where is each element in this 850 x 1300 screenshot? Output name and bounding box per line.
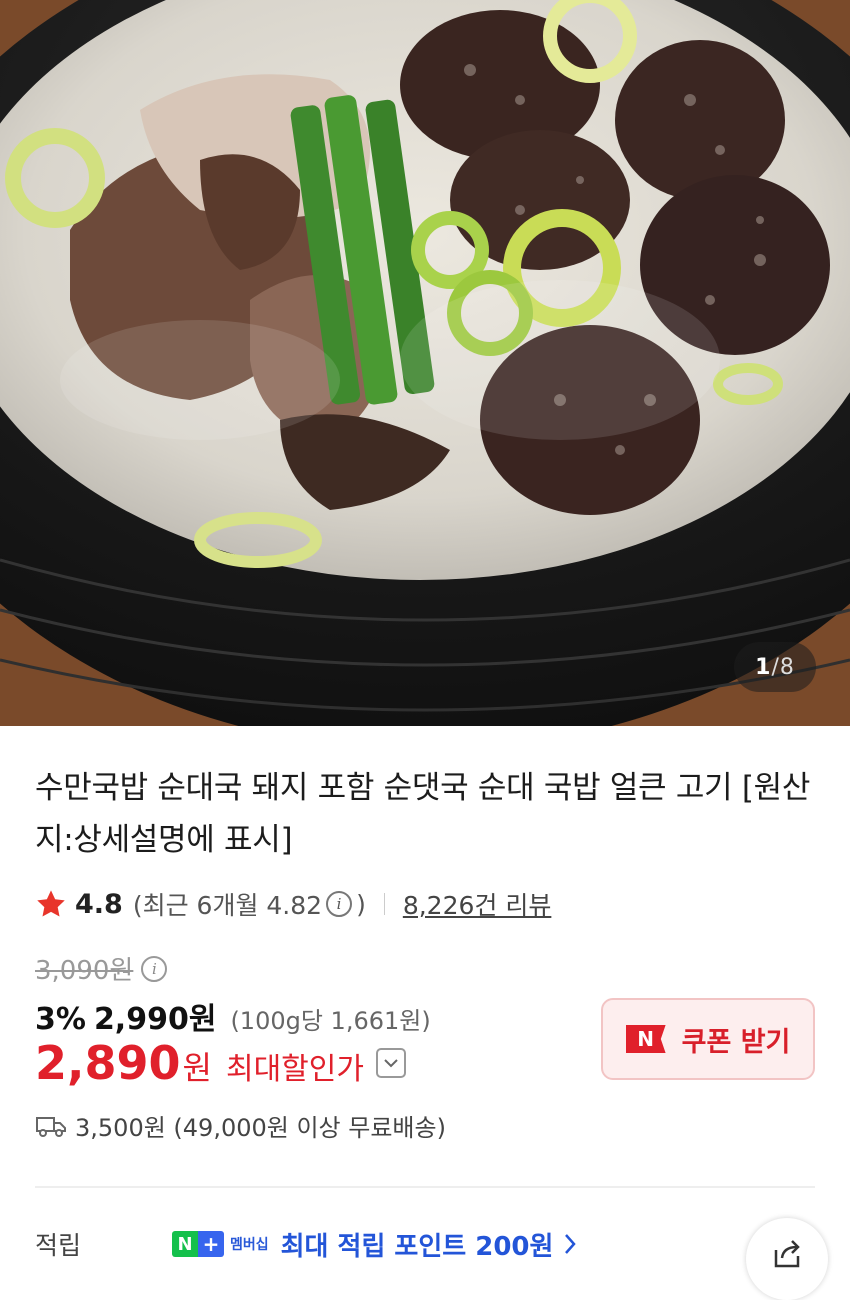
section-divider bbox=[35, 1186, 815, 1188]
membership-badge: 멤버십 bbox=[230, 1237, 269, 1253]
image-counter: 1 / 8 bbox=[734, 642, 816, 692]
counter-separator: / bbox=[771, 654, 780, 680]
recent-rating-suffix: ) bbox=[356, 889, 366, 919]
review-count-link[interactable]: 8,226건 리뷰 bbox=[403, 886, 552, 922]
coupon-button[interactable]: N 쿠폰 받기 bbox=[601, 998, 815, 1080]
divider bbox=[383, 893, 385, 915]
sale-price-row: 3% 2,990원 (100g당 1,661원) bbox=[35, 994, 431, 1038]
points-label: 적립 bbox=[35, 1231, 82, 1260]
naver-n-icon: N bbox=[172, 1231, 198, 1257]
shipping-row: 3,500원 (49,000원 이상 무료배송) bbox=[35, 1108, 446, 1143]
share-button[interactable] bbox=[746, 1218, 828, 1300]
soup-photo bbox=[0, 0, 850, 726]
product-image[interactable]: 1 / 8 bbox=[0, 0, 850, 726]
counter-current: 1 bbox=[755, 654, 772, 680]
max-discount-won: 원 bbox=[182, 1049, 212, 1087]
unit-price: (100g당 1,661원) bbox=[230, 1007, 431, 1035]
discount-percent: 3% bbox=[35, 1002, 86, 1037]
max-discount-label: 최대할인가 bbox=[225, 1052, 364, 1087]
price-info-icon[interactable]: i bbox=[141, 955, 168, 982]
product-title: 수만국밥 순대국 돼지 포함 순댓국 순대 국밥 얼큰 고기 [원산지:상세설명… bbox=[35, 770, 811, 858]
info-icon[interactable]: i bbox=[326, 891, 353, 917]
chevron-right-icon bbox=[565, 1234, 577, 1254]
recent-rating-prefix: (최근 6개월 4.82 bbox=[132, 891, 323, 920]
max-points-text: 최대 적립 포인트 200원 bbox=[280, 1231, 554, 1262]
plus-icon: + bbox=[198, 1231, 224, 1257]
share-icon bbox=[774, 1240, 800, 1268]
recent-rating: (최근 6개월 4.82 i ) bbox=[133, 886, 366, 922]
shipping-fee: 3,500원 (49,000원 이상 무료배송) bbox=[75, 1114, 446, 1142]
rating-value: 4.8 bbox=[75, 888, 123, 920]
star-icon bbox=[37, 890, 65, 917]
coupon-button-label: 쿠폰 받기 bbox=[681, 1026, 791, 1058]
max-discount-price: 2,890 bbox=[35, 1036, 181, 1090]
original-price: 3,090원 bbox=[35, 956, 134, 986]
rating-row: 4.8 (최근 6개월 4.82 i ) 8,226건 리뷰 bbox=[35, 884, 551, 924]
points-row[interactable]: 적립 N + 멤버십 최대 적립 포인트 200원 bbox=[35, 1224, 577, 1264]
counter-total: 8 bbox=[779, 654, 795, 680]
max-discount-row: 2,890 원 최대할인가 bbox=[35, 1036, 406, 1090]
chevron-down-icon[interactable] bbox=[375, 1048, 406, 1078]
original-price-row: 3,090원 i bbox=[35, 950, 171, 987]
truck-icon bbox=[36, 1116, 66, 1137]
sale-price: 2,990원 bbox=[93, 1002, 217, 1037]
naver-coupon-badge: N bbox=[625, 1025, 666, 1053]
